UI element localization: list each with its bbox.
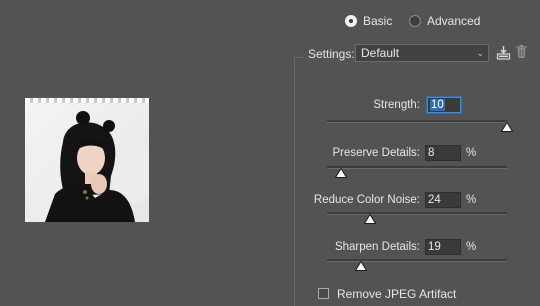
reduce-color-noise-value: 24 — [428, 194, 441, 206]
remove-jpeg-artifact-label: Remove JPEG Artifact — [337, 287, 457, 301]
preview-image[interactable] — [25, 98, 149, 222]
sharpen-details-slider-thumb[interactable] — [355, 261, 368, 271]
panel-border-left — [294, 57, 295, 306]
settings-dropdown[interactable]: Default ⌄ — [355, 44, 489, 62]
reduce-color-noise-input[interactable]: 24 — [425, 192, 461, 208]
preserve-details-unit: % — [466, 147, 477, 159]
settings-label: Settings: — [308, 47, 355, 61]
mode-basic-option[interactable]: Basic — [345, 14, 392, 28]
reduce-color-noise-unit: % — [466, 194, 477, 206]
sharpen-details-value: 19 — [428, 241, 441, 253]
preserve-details-input[interactable]: 8 — [425, 145, 461, 161]
panel-border-top — [294, 57, 304, 58]
advanced-radio[interactable] — [409, 15, 421, 27]
reduce-color-noise-label: Reduce Color Noise: — [313, 194, 420, 206]
sharpen-details-label: Sharpen Details: — [334, 241, 420, 253]
preserve-details-value: 8 — [428, 147, 435, 159]
sharpen-details-input[interactable]: 19 — [425, 239, 461, 255]
preserve-details-label: Preserve Details: — [332, 147, 420, 159]
reduce-color-noise-slider-track[interactable] — [327, 212, 507, 215]
sharpen-details-unit: % — [466, 241, 477, 253]
trash-icon[interactable] — [516, 45, 527, 58]
preserve-details-slider-track[interactable] — [327, 166, 507, 169]
strength-input[interactable]: 10 — [427, 97, 461, 113]
preserve-details-slider-thumb[interactable] — [335, 168, 348, 178]
portrait-photo — [25, 103, 149, 222]
strength-slider-track[interactable] — [327, 120, 507, 123]
mode-advanced-option[interactable]: Advanced — [409, 14, 480, 28]
sharpen-details-slider-track[interactable] — [327, 259, 507, 262]
preview-top-edge — [25, 98, 149, 103]
strength-slider-thumb[interactable] — [501, 122, 513, 132]
chevron-down-icon: ⌄ — [476, 48, 484, 58]
save-preset-icon[interactable] — [496, 45, 511, 60]
reduce-color-noise-slider-thumb[interactable] — [364, 214, 377, 224]
settings-value: Default — [361, 46, 400, 60]
advanced-label: Advanced — [427, 14, 481, 28]
remove-jpeg-artifact-checkbox[interactable] — [318, 288, 329, 299]
basic-label: Basic — [363, 14, 393, 28]
strength-label: Strength: — [373, 99, 420, 111]
basic-radio[interactable] — [345, 15, 357, 27]
strength-value: 10 — [430, 99, 445, 111]
